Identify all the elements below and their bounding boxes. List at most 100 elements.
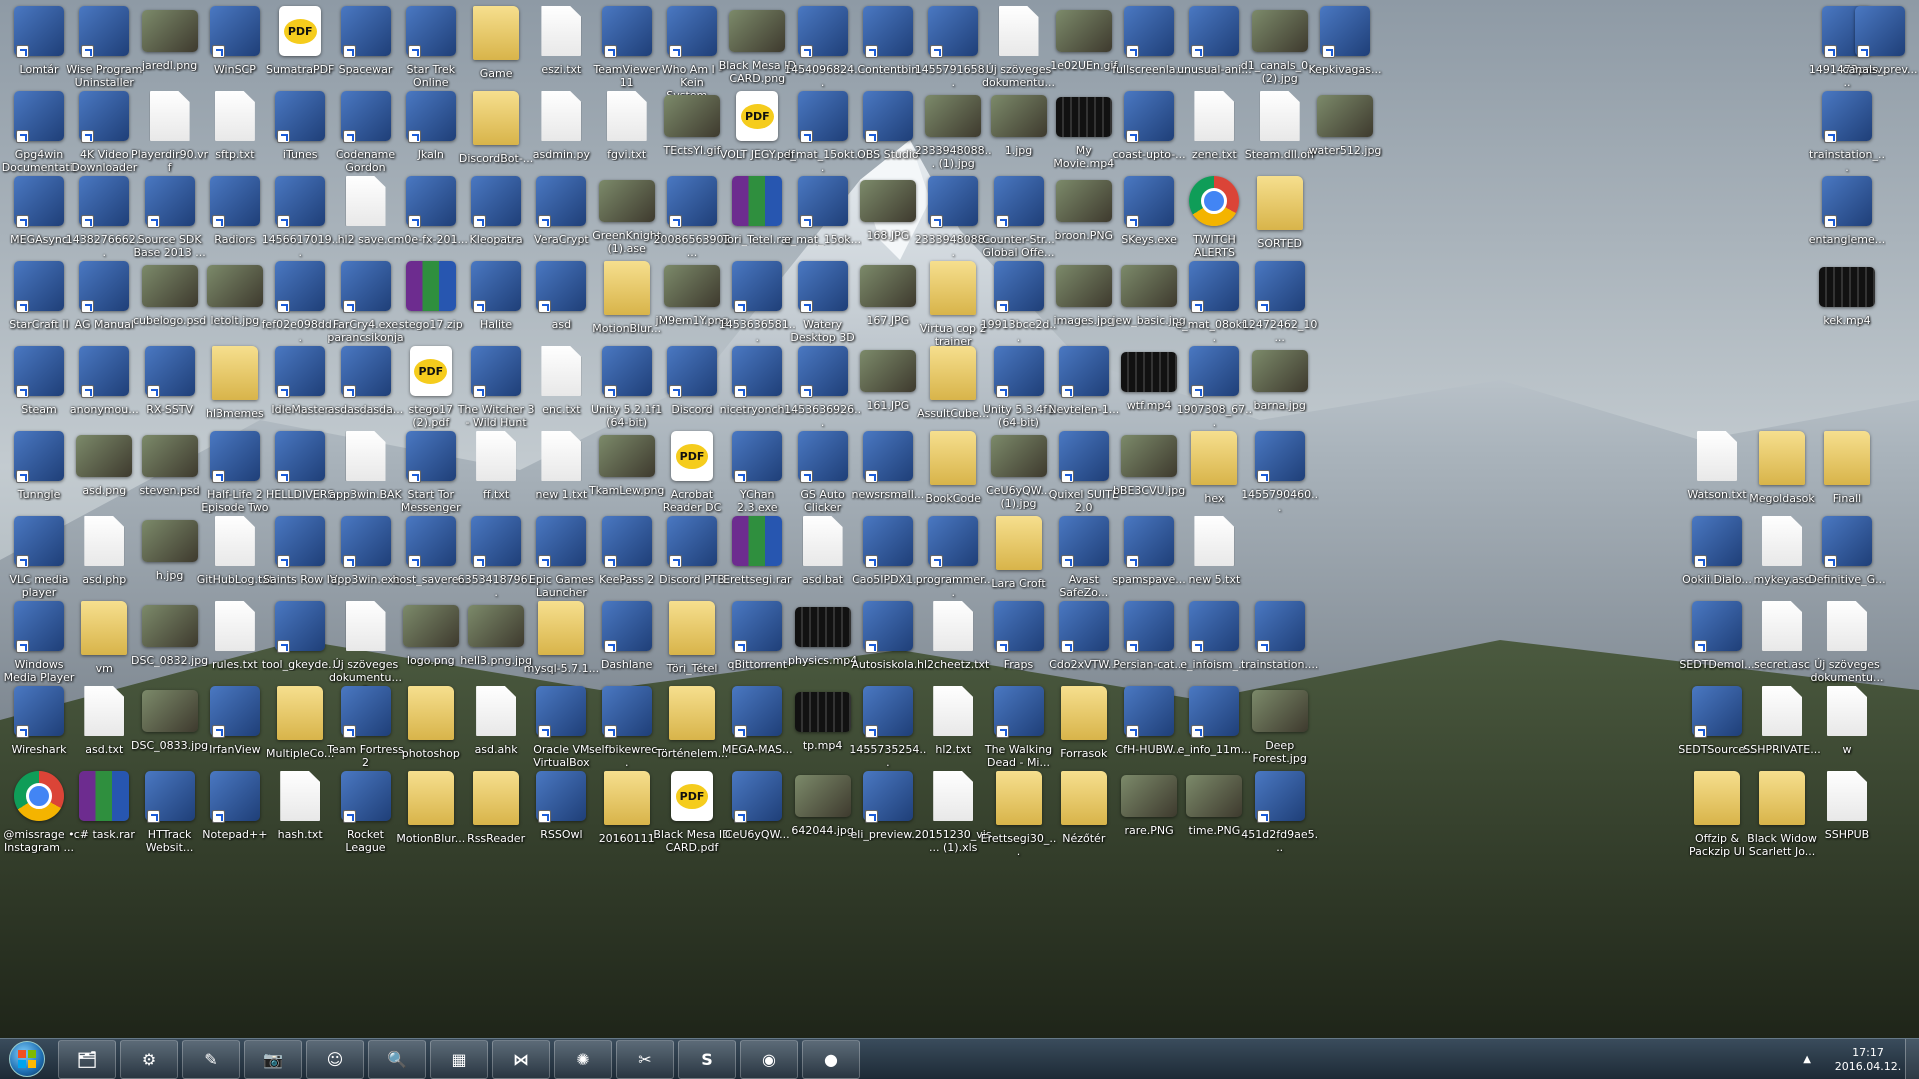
- application-icon: [1692, 516, 1742, 568]
- discord-icon: [667, 346, 717, 398]
- file-icon: [998, 6, 1039, 56]
- image-thumbnail-icon: [1055, 10, 1112, 52]
- folder-icon: [1824, 431, 1870, 485]
- show-desktop-button[interactable]: [1905, 1039, 1919, 1079]
- application-icon: [79, 6, 130, 58]
- notepad-icon: ✎: [204, 1049, 218, 1069]
- shortcut-arrow-icon: [146, 385, 160, 398]
- desktop-icon[interactable]: 1455790460...: [1241, 425, 1319, 529]
- application-icon: [1189, 261, 1240, 313]
- application-icon: [1254, 261, 1305, 313]
- shortcut-arrow-icon: [1191, 640, 1205, 653]
- taskbar-steam-button[interactable]: ⚙: [120, 1039, 178, 1079]
- folder-icon: [211, 346, 258, 400]
- application-icon: [340, 686, 391, 738]
- shortcut-arrow-icon: [603, 555, 617, 568]
- file-icon: [214, 601, 255, 651]
- taskbar-camera-button[interactable]: 📷: [244, 1039, 302, 1079]
- archive-icon: [732, 516, 783, 566]
- image-thumbnail-icon: [990, 435, 1047, 477]
- application-icon: [1692, 601, 1742, 653]
- application-icon: [340, 261, 391, 313]
- video-icon: [1819, 267, 1875, 307]
- shortcut-arrow-icon: [1126, 640, 1140, 653]
- application-icon: [797, 6, 848, 58]
- chrome-icon: [14, 771, 64, 821]
- shortcut-arrow-icon: [603, 640, 617, 653]
- shortcut-arrow-icon: [16, 45, 29, 58]
- shortcut-arrow-icon: [16, 725, 29, 738]
- shortcut-arrow-icon: [277, 385, 291, 398]
- shortcut-arrow-icon: [603, 725, 617, 738]
- taskbar-settings-button[interactable]: ✺: [554, 1039, 612, 1079]
- shortcut-arrow-icon: [16, 385, 29, 398]
- desktop-icon-label: kek.mp4: [1823, 314, 1871, 327]
- file-icon: [541, 346, 582, 396]
- application-icon: [1189, 686, 1240, 738]
- shortcut-arrow-icon: [407, 215, 421, 228]
- desktop-icon[interactable]: kek.mp4: [1808, 255, 1886, 359]
- file-icon: [84, 516, 125, 566]
- pdf-icon: PDF: [279, 6, 322, 56]
- folder-icon: [1191, 431, 1238, 485]
- taskbar-paint-button[interactable]: ✂: [616, 1039, 674, 1079]
- desktop-icon[interactable]: SSHPUB: [1808, 765, 1886, 869]
- shortcut-arrow-icon: [995, 300, 1009, 313]
- shortcut-arrow-icon: [1060, 470, 1074, 483]
- application-icon: [1822, 516, 1872, 568]
- taskbar-search-button[interactable]: 🔍: [368, 1039, 426, 1079]
- shortcut-arrow-icon: [995, 385, 1009, 398]
- folder-icon: [1060, 686, 1107, 740]
- folder-icon: [473, 6, 520, 60]
- shortcut-arrow-icon: [1191, 45, 1205, 58]
- desktop-icon[interactable]: 451d2fd9ae5...: [1241, 765, 1319, 869]
- image-thumbnail-icon: [1251, 690, 1308, 732]
- image-thumbnail-icon: [141, 265, 198, 307]
- file-icon: [541, 91, 582, 141]
- start-button[interactable]: [0, 1039, 54, 1079]
- file-icon: [149, 91, 190, 141]
- video-icon: [794, 607, 851, 647]
- vlc-icon: [14, 516, 64, 568]
- application-icon: [732, 601, 783, 653]
- taskbar-calculator-button[interactable]: ▦: [430, 1039, 488, 1079]
- file-icon: [541, 431, 582, 481]
- folder-icon: [930, 346, 977, 400]
- application-icon: [1320, 6, 1370, 58]
- tray-expand-icon[interactable]: ▲: [1803, 1054, 1811, 1065]
- file-icon: [1762, 601, 1802, 651]
- taskbar-discord-button[interactable]: ◉: [740, 1039, 798, 1079]
- clock[interactable]: 17:17 2016.04.12.: [1831, 1046, 1905, 1074]
- taskbar-explorer-button[interactable]: 🗂: [58, 1039, 116, 1079]
- taskbar-visual-studio-button[interactable]: ⋈: [492, 1039, 550, 1079]
- file-icon: [1194, 91, 1235, 141]
- desktop-icon[interactable]: canals_prev...: [1841, 0, 1919, 104]
- file-icon: [933, 686, 974, 736]
- windows-logo-icon: [9, 1041, 45, 1077]
- shortcut-arrow-icon: [16, 640, 29, 653]
- camera-icon: 📷: [263, 1049, 283, 1069]
- file-icon: [606, 91, 647, 141]
- taskbar-chrome-button[interactable]: ●: [802, 1039, 860, 1079]
- shortcut-arrow-icon: [342, 45, 356, 58]
- application-icon: [275, 516, 326, 568]
- application-icon: [993, 686, 1044, 738]
- taskbar-notepad-button[interactable]: ✎: [182, 1039, 240, 1079]
- settings-icon: ✺: [576, 1049, 590, 1069]
- taskbar-messenger-button[interactable]: ☺: [306, 1039, 364, 1079]
- video-icon: [794, 692, 851, 732]
- application-icon: [1254, 771, 1305, 823]
- shortcut-arrow-icon: [930, 555, 944, 568]
- shortcut-arrow-icon: [81, 385, 95, 398]
- taskbar-skype-button[interactable]: S: [678, 1039, 736, 1079]
- steam-icon: ⚙: [141, 1049, 157, 1069]
- pdf-icon: PDF: [671, 431, 713, 481]
- file-icon: [1259, 91, 1300, 141]
- shortcut-arrow-icon: [146, 810, 160, 823]
- wireshark-icon: [14, 686, 64, 738]
- shortcut-arrow-icon: [211, 215, 225, 228]
- application-icon: [1254, 431, 1305, 483]
- image-thumbnail-icon: [1121, 775, 1178, 817]
- desktop-icon[interactable]: water512.jpg: [1306, 85, 1384, 189]
- application-icon: [601, 346, 652, 398]
